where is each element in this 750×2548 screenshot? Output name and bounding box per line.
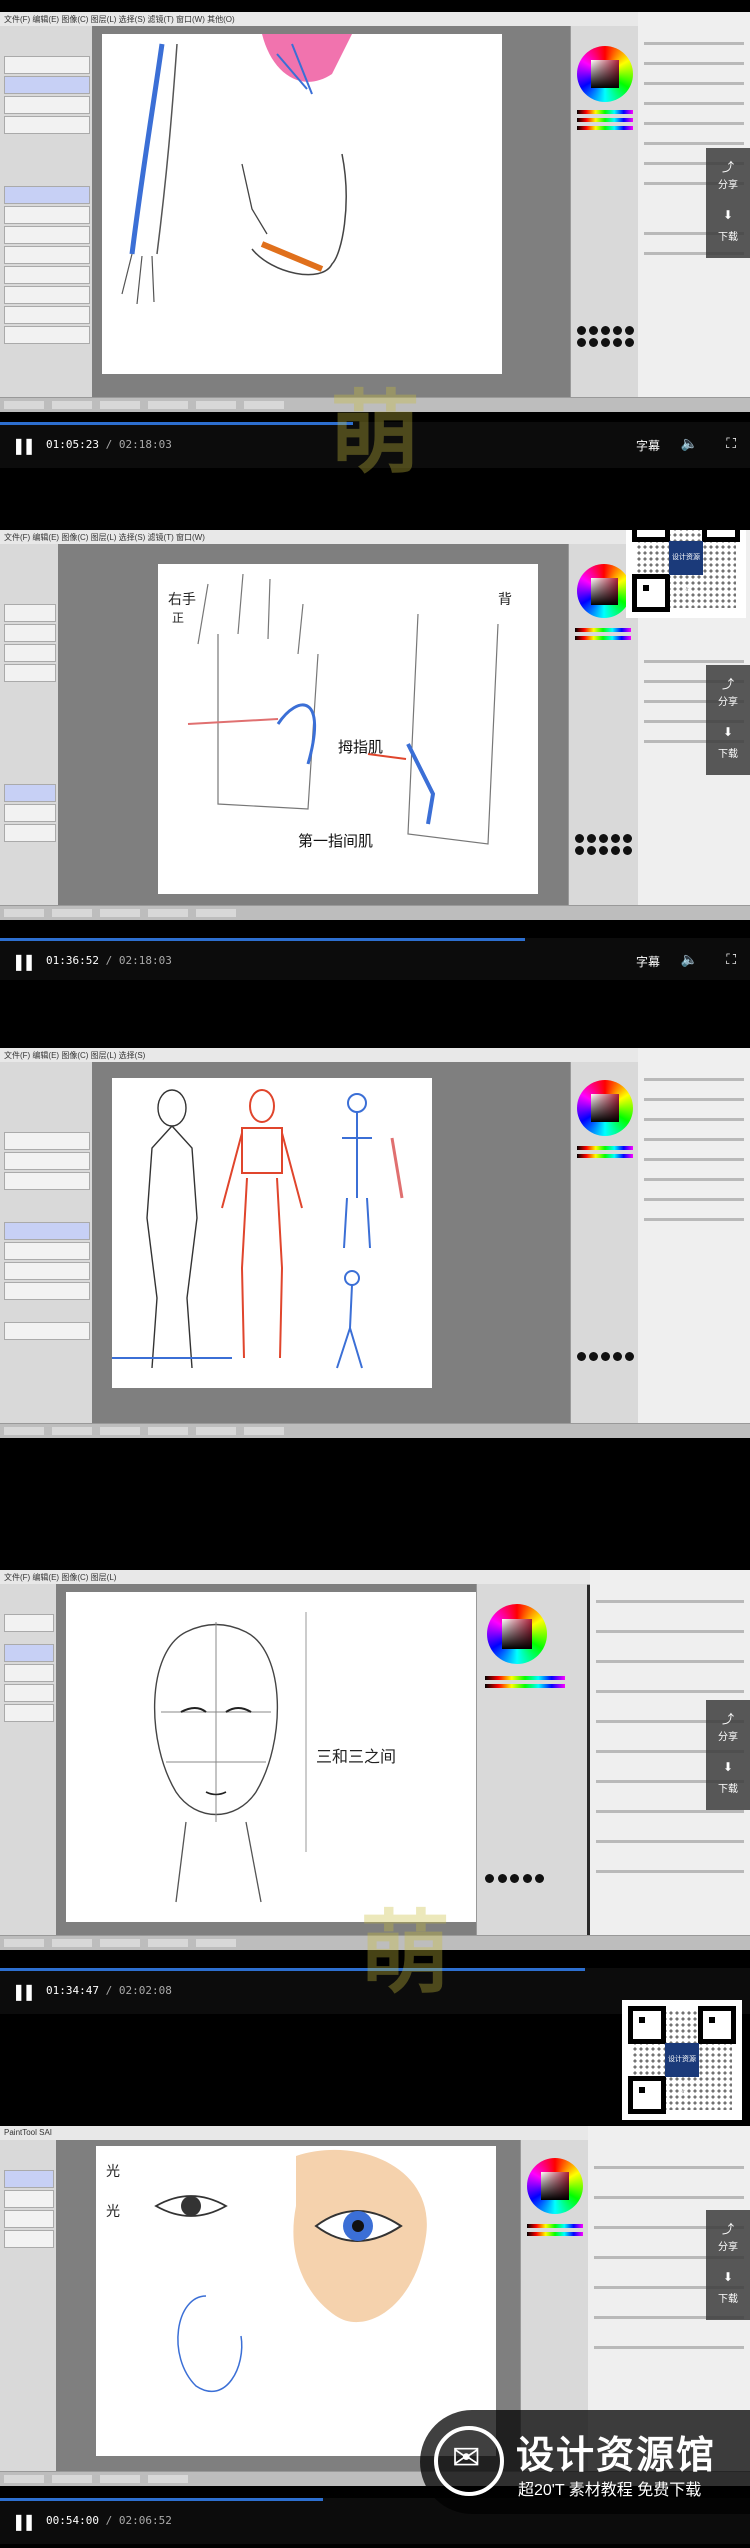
note-light-1: 光 — [106, 2163, 120, 2179]
drawing-paper: 右手 正 拇指肌 第一指间肌 背 — [158, 564, 538, 894]
note-proportion: 三和三之间 — [316, 1748, 396, 1766]
svg-text:正: 正 — [172, 611, 184, 625]
face-sketch: 三和三之间 — [154, 1612, 396, 1903]
brush-presets[interactable] — [575, 834, 632, 855]
color-wheel[interactable] — [577, 564, 631, 618]
color-tool-panel[interactable] — [570, 1062, 639, 1424]
speaker-icon[interactable]: 🔈 — [681, 951, 698, 968]
subtitle-button[interactable]: 字幕 — [636, 437, 660, 454]
brush-presets[interactable] — [577, 1352, 634, 1361]
player-controls-2: ❚❚ 01:36:52 / 02:18:03 字幕 🔈 ⛶ — [0, 938, 750, 980]
subtitle-button[interactable]: 字幕 — [636, 953, 660, 970]
speaker-icon[interactable]: 🔈 — [681, 435, 698, 452]
wechat-icon — [434, 2426, 504, 2496]
download-label[interactable]: 下载 — [706, 745, 750, 760]
duration: / 02:18:03 — [105, 954, 172, 967]
color-tool-panel[interactable] — [476, 1584, 587, 1936]
download-icon[interactable]: ⬇ — [706, 208, 750, 222]
canvas-area[interactable] — [92, 1062, 570, 1424]
share-label[interactable]: 分享 — [706, 176, 750, 191]
note-light-2: 光 — [106, 2203, 120, 2219]
duration: / 02:18:03 — [105, 438, 172, 451]
pause-icon[interactable]: ❚❚ — [12, 952, 36, 972]
current-time: 01:05:23 — [46, 438, 99, 451]
side-actions-4: ⤴ 分享 ⬇ 下载 — [706, 1700, 750, 1810]
video-frame-2: 文件(F) 编辑(E) 图像(C) 图层(L) 选择(S) 滤镜(T) 窗口(W… — [0, 530, 750, 980]
color-wheel[interactable] — [577, 46, 633, 102]
canvas-tabs[interactable] — [0, 905, 750, 920]
eye-sketch: 光 光 — [106, 2149, 427, 2393]
download-label[interactable]: 下载 — [706, 228, 750, 243]
watermark-text: 萌 — [330, 380, 420, 486]
figure-sketch — [112, 1089, 404, 1369]
brush-presets[interactable] — [485, 1874, 545, 1883]
note-left: 右手 — [168, 591, 196, 607]
qr-code: 设计资源馆 — [626, 530, 746, 618]
side-actions-5: ⤴ 分享 ⬇ 下载 — [706, 2210, 750, 2320]
side-actions-2: ⤴ 分享 ⬇ 下载 — [706, 665, 750, 775]
color-wheel[interactable] — [487, 1604, 547, 1664]
video-frame-3: 文件(F) 编辑(E) 图像(C) 图层(L) 选择(S) — [0, 1040, 750, 1480]
brush-presets[interactable] — [577, 326, 634, 347]
download-icon[interactable]: ⬇ — [706, 725, 750, 739]
arm-sketch — [121, 34, 352, 305]
download-icon[interactable]: ⬇ — [706, 2270, 750, 2284]
layer-panel[interactable] — [0, 2140, 57, 2472]
color-wheel[interactable] — [527, 2158, 583, 2214]
side-actions-1: ⤴ 分享 ⬇ 下载 — [706, 148, 750, 258]
brand-name: 设计资源馆 — [516, 2435, 717, 2477]
progress-bar[interactable] — [0, 938, 525, 941]
screen-capture-1: 文件(F) 编辑(E) 图像(C) 图层(L) 选择(S) 滤镜(T) 窗口(W… — [0, 12, 750, 412]
fullscreen-icon[interactable]: ⛶ — [726, 435, 736, 452]
canvas-tabs[interactable] — [0, 1423, 750, 1438]
canvas-area[interactable]: 右手 正 拇指肌 第一指间肌 背 — [58, 544, 568, 906]
qr-center-label: 设计资源馆 — [665, 2043, 699, 2097]
current-time: 00:54:00 — [46, 2514, 99, 2527]
note-back: 背 — [498, 591, 512, 607]
note-first-interosseous: 第一指间肌 — [298, 832, 373, 850]
color-wheel[interactable] — [577, 1080, 633, 1136]
drawing-paper — [102, 34, 502, 374]
screen-capture-3: 文件(F) 编辑(E) 图像(C) 图层(L) 选择(S) — [0, 1048, 750, 1438]
share-label[interactable]: 分享 — [706, 1728, 750, 1743]
note-thumb: 拇指肌 — [338, 739, 383, 756]
watermark-text: 萌 — [360, 1900, 450, 2006]
share-icon[interactable]: ⤴ — [706, 2220, 750, 2237]
layer-panel[interactable] — [0, 544, 59, 906]
color-tool-panel[interactable] — [570, 26, 639, 398]
drawing-paper — [112, 1078, 432, 1388]
current-time: 01:36:52 — [46, 954, 99, 967]
drawing-paper: 三和三之间 — [66, 1592, 476, 1922]
pause-icon[interactable]: ❚❚ — [12, 2512, 36, 2532]
qr-center-label: 设计资源馆 — [669, 541, 703, 595]
brand-slogan: 超20'T 素材教程 免费下载 — [518, 2482, 702, 2499]
pause-icon[interactable]: ❚❚ — [12, 436, 36, 456]
brand-watermark: 设计资源馆 超20'T 素材教程 免费下载 — [420, 2410, 750, 2514]
drawing-paper: 光 光 — [96, 2146, 496, 2456]
chat-panel — [638, 1048, 750, 1438]
progress-bar[interactable] — [0, 422, 353, 425]
duration: / 02:02:08 — [105, 1984, 172, 1997]
layer-panel[interactable] — [0, 1584, 57, 1936]
progress-bar[interactable] — [0, 2498, 323, 2501]
qr-code: 设计资源馆 — [622, 2000, 742, 2120]
download-label[interactable]: 下载 — [706, 2290, 750, 2305]
layer-panel[interactable] — [0, 26, 93, 398]
download-icon[interactable]: ⬇ — [706, 1760, 750, 1774]
hand-sketch: 右手 正 拇指肌 第一指间肌 背 — [168, 573, 512, 850]
layer-panel[interactable] — [0, 1062, 93, 1424]
share-icon[interactable]: ⤴ — [706, 1710, 750, 1727]
duration: / 02:06:52 — [105, 2514, 172, 2527]
pause-icon[interactable]: ❚❚ — [12, 1982, 36, 2002]
download-label[interactable]: 下载 — [706, 1780, 750, 1795]
share-icon[interactable]: ⤴ — [706, 158, 750, 175]
progress-bar[interactable] — [0, 1968, 585, 1971]
current-time: 01:34:47 — [46, 1984, 99, 1997]
fullscreen-icon[interactable]: ⛶ — [726, 951, 736, 968]
canvas-area[interactable] — [92, 26, 570, 398]
share-label[interactable]: 分享 — [706, 693, 750, 708]
share-icon[interactable]: ⤴ — [706, 675, 750, 692]
share-label[interactable]: 分享 — [706, 2238, 750, 2253]
